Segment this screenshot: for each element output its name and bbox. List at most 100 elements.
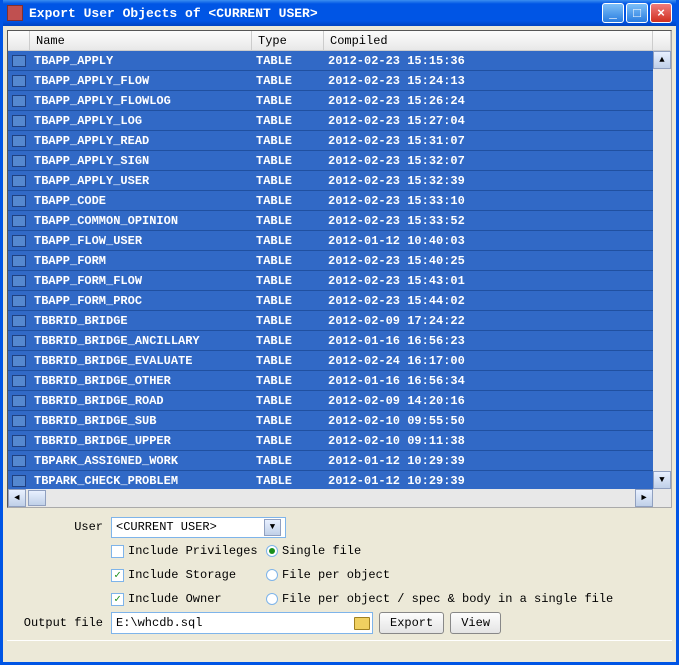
table-row[interactable]: TBAPP_APPLY_USERTABLE2012-02-23 15:32:39 bbox=[8, 171, 653, 191]
cell-type: TABLE bbox=[252, 314, 324, 328]
cell-compiled: 2012-02-24 16:17:00 bbox=[324, 354, 653, 368]
minimize-button[interactable]: _ bbox=[602, 3, 624, 23]
scroll-up-button[interactable]: ▲ bbox=[653, 51, 671, 69]
column-header-compiled[interactable]: Compiled bbox=[324, 31, 653, 50]
scroll-down-button[interactable]: ▼ bbox=[653, 471, 671, 489]
table-row[interactable]: TBPARK_CHECK_PROBLEMTABLE2012-01-12 10:2… bbox=[8, 471, 653, 489]
cell-name: TBPARK_CHECK_PROBLEM bbox=[30, 474, 252, 488]
table-row[interactable]: TBAPP_APPLY_READTABLE2012-02-23 15:31:07 bbox=[8, 131, 653, 151]
cell-compiled: 2012-01-12 10:29:39 bbox=[324, 474, 653, 488]
table-row[interactable]: TBBRID_BRIDGE_ROADTABLE2012-02-09 14:20:… bbox=[8, 391, 653, 411]
table-row[interactable]: TBAPP_APPLY_FLOWLOGTABLE2012-02-23 15:26… bbox=[8, 91, 653, 111]
table-row[interactable]: TBAPP_FORM_FLOWTABLE2012-02-23 15:43:01 bbox=[8, 271, 653, 291]
cell-compiled: 2012-02-09 17:24:22 bbox=[324, 314, 653, 328]
options-panel: User <CURRENT USER> ▼ Include Privileges… bbox=[7, 508, 672, 640]
browse-button[interactable] bbox=[351, 612, 373, 634]
table-icon bbox=[8, 75, 30, 87]
output-file-value: E:\whcdb.sql bbox=[116, 616, 202, 630]
cell-type: TABLE bbox=[252, 54, 324, 68]
table-row[interactable]: TBAPP_APPLY_LOGTABLE2012-02-23 15:27:04 bbox=[8, 111, 653, 131]
table-row[interactable]: TBBRID_BRIDGE_UPPERTABLE2012-02-10 09:11… bbox=[8, 431, 653, 451]
include-owner-label: Include Owner bbox=[128, 592, 222, 606]
cell-name: TBBRID_BRIDGE bbox=[30, 314, 252, 328]
table-icon bbox=[8, 195, 30, 207]
cell-compiled: 2012-02-23 15:33:52 bbox=[324, 214, 653, 228]
include-storage-checkbox[interactable]: ✓ bbox=[111, 569, 124, 582]
include-storage-label: Include Storage bbox=[128, 568, 236, 582]
table-row[interactable]: TBAPP_FORM_PROCTABLE2012-02-23 15:44:02 bbox=[8, 291, 653, 311]
cell-name: TBBRID_BRIDGE_ROAD bbox=[30, 394, 252, 408]
cell-name: TBAPP_APPLY_FLOWLOG bbox=[30, 94, 252, 108]
table-row[interactable]: TBBRID_BRIDGE_EVALUATETABLE2012-02-24 16… bbox=[8, 351, 653, 371]
scroll-left-button[interactable]: ◄ bbox=[8, 489, 26, 507]
cell-compiled: 2012-01-12 10:29:39 bbox=[324, 454, 653, 468]
cell-compiled: 2012-02-23 15:32:07 bbox=[324, 154, 653, 168]
cell-type: TABLE bbox=[252, 454, 324, 468]
table-row[interactable]: TBAPP_CODETABLE2012-02-23 15:33:10 bbox=[8, 191, 653, 211]
titlebar[interactable]: Export User Objects of <CURRENT USER> _ … bbox=[3, 0, 676, 26]
table-row[interactable]: TBAPP_FLOW_USERTABLE2012-01-12 10:40:03 bbox=[8, 231, 653, 251]
table-icon bbox=[8, 355, 30, 367]
column-header-type[interactable]: Type bbox=[252, 31, 324, 50]
table-row[interactable]: TBBRID_BRIDGE_ANCILLARYTABLE2012-01-16 1… bbox=[8, 331, 653, 351]
maximize-button[interactable]: □ bbox=[626, 3, 648, 23]
horizontal-scrollbar[interactable]: ◄ ► bbox=[8, 489, 653, 507]
object-table: Name Type Compiled TBAPP_APPLYTABLE2012-… bbox=[7, 30, 672, 508]
cell-name: TBAPP_FORM_PROC bbox=[30, 294, 252, 308]
cell-name: TBAPP_APPLY_FLOW bbox=[30, 74, 252, 88]
table-icon bbox=[8, 435, 30, 447]
cell-name: TBPARK_ASSIGNED_WORK bbox=[30, 454, 252, 468]
table-row[interactable]: TBAPP_COMMON_OPINIONTABLE2012-02-23 15:3… bbox=[8, 211, 653, 231]
table-icon bbox=[8, 475, 30, 487]
table-icon bbox=[8, 335, 30, 347]
cell-name: TBAPP_CODE bbox=[30, 194, 252, 208]
include-privileges-checkbox[interactable] bbox=[111, 545, 124, 558]
cell-name: TBBRID_BRIDGE_ANCILLARY bbox=[30, 334, 252, 348]
include-owner-checkbox[interactable]: ✓ bbox=[111, 593, 124, 606]
cell-name: TBAPP_APPLY_READ bbox=[30, 134, 252, 148]
cell-compiled: 2012-02-10 09:55:50 bbox=[324, 414, 653, 428]
table-row[interactable]: TBBRID_BRIDGE_OTHERTABLE2012-01-16 16:56… bbox=[8, 371, 653, 391]
table-icon bbox=[8, 295, 30, 307]
table-row[interactable]: TBBRID_BRIDGETABLE2012-02-09 17:24:22 bbox=[8, 311, 653, 331]
scroll-track[interactable] bbox=[653, 69, 671, 471]
scroll-right-button[interactable]: ► bbox=[635, 489, 653, 507]
single-file-radio[interactable] bbox=[266, 545, 278, 557]
export-button[interactable]: Export bbox=[379, 612, 444, 634]
table-icon bbox=[8, 275, 30, 287]
cell-type: TABLE bbox=[252, 374, 324, 388]
table-icon bbox=[8, 135, 30, 147]
table-row[interactable]: TBBRID_BRIDGE_SUBTABLE2012-02-10 09:55:5… bbox=[8, 411, 653, 431]
table-icon bbox=[8, 95, 30, 107]
file-per-object-spec-radio[interactable] bbox=[266, 593, 278, 605]
table-row[interactable]: TBPARK_ASSIGNED_WORKTABLE2012-01-12 10:2… bbox=[8, 451, 653, 471]
view-button[interactable]: View bbox=[450, 612, 501, 634]
column-header-icon[interactable] bbox=[8, 31, 30, 50]
cell-name: TBAPP_COMMON_OPINION bbox=[30, 214, 252, 228]
table-row[interactable]: TBAPP_FORMTABLE2012-02-23 15:40:25 bbox=[8, 251, 653, 271]
table-icon bbox=[8, 215, 30, 227]
cell-name: TBBRID_BRIDGE_SUB bbox=[30, 414, 252, 428]
cell-type: TABLE bbox=[252, 74, 324, 88]
cell-type: TABLE bbox=[252, 394, 324, 408]
cell-type: TABLE bbox=[252, 414, 324, 428]
cell-compiled: 2012-02-23 15:26:24 bbox=[324, 94, 653, 108]
cell-name: TBAPP_APPLY_LOG bbox=[30, 114, 252, 128]
table-row[interactable]: TBAPP_APPLY_FLOWTABLE2012-02-23 15:24:13 bbox=[8, 71, 653, 91]
dropdown-icon[interactable]: ▼ bbox=[264, 519, 281, 536]
scroll-thumb-h[interactable] bbox=[28, 490, 46, 506]
vertical-scrollbar[interactable]: ▲ ▼ bbox=[653, 51, 671, 489]
scroll-track-h[interactable] bbox=[26, 489, 635, 507]
file-per-object-radio[interactable] bbox=[266, 569, 278, 581]
column-header-name[interactable]: Name bbox=[30, 31, 252, 50]
cell-name: TBBRID_BRIDGE_OTHER bbox=[30, 374, 252, 388]
cell-type: TABLE bbox=[252, 354, 324, 368]
table-row[interactable]: TBAPP_APPLY_SIGNTABLE2012-02-23 15:32:07 bbox=[8, 151, 653, 171]
cell-name: TBAPP_APPLY_SIGN bbox=[30, 154, 252, 168]
output-file-input[interactable]: E:\whcdb.sql bbox=[111, 612, 373, 634]
table-row[interactable]: TBAPP_APPLYTABLE2012-02-23 15:15:36 bbox=[8, 51, 653, 71]
table-icon bbox=[8, 375, 30, 387]
close-button[interactable]: × bbox=[650, 3, 672, 23]
user-select[interactable]: <CURRENT USER> ▼ bbox=[111, 517, 286, 538]
cell-compiled: 2012-02-23 15:33:10 bbox=[324, 194, 653, 208]
